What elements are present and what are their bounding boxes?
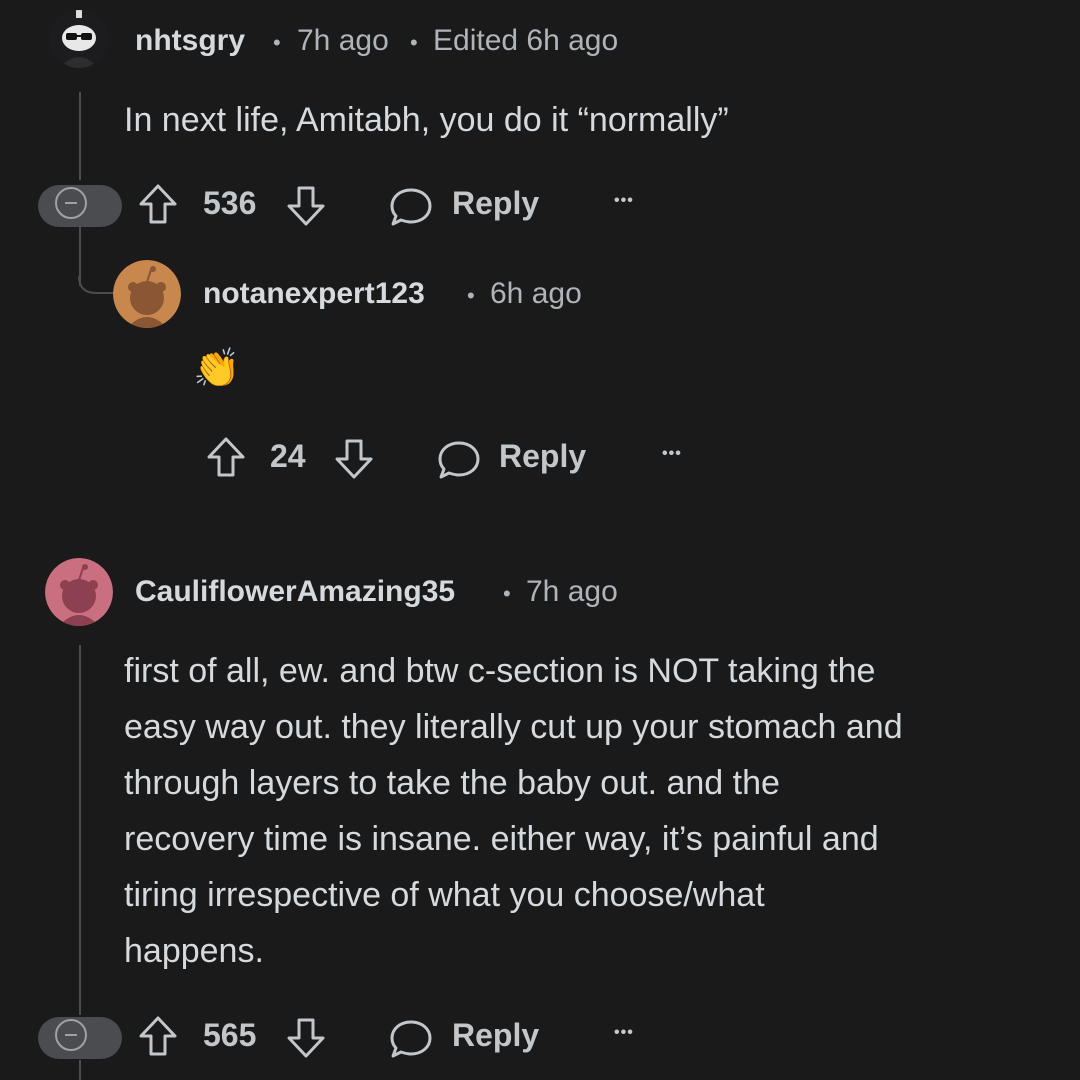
- clapping-hands-emoji: 👏: [193, 348, 241, 390]
- avatar[interactable]: [45, 558, 113, 626]
- collapse-button[interactable]: [38, 1017, 122, 1059]
- comment-body-line: happens.: [124, 932, 264, 970]
- comment-body-line: tiring irrespective of what you choose/w…: [124, 876, 765, 914]
- comment: nhtsgry • 7h ago • Edited 6h ago In next…: [0, 0, 1080, 240]
- comment-body: first of all, ew. and btw c-section is N…: [124, 643, 1064, 979]
- vote-score: 24: [270, 438, 306, 474]
- avatar-snoo-sunglasses-icon: [50, 10, 108, 68]
- username[interactable]: notanexpert123: [203, 277, 425, 311]
- timestamp: 7h ago: [297, 24, 389, 57]
- avatar-snoo-icon: [113, 260, 181, 328]
- username[interactable]: nhtsgry: [135, 24, 245, 58]
- downvote-icon[interactable]: [333, 436, 375, 480]
- avatar-snoo-icon: [45, 558, 113, 626]
- reply-button[interactable]: Reply: [452, 1017, 539, 1054]
- collapse-button[interactable]: [38, 185, 122, 227]
- downvote-icon[interactable]: [285, 183, 327, 227]
- comment-body-line: recovery time is insane. either way, it’…: [124, 820, 879, 858]
- separator-dot: •: [273, 30, 281, 55]
- reply-bubble-icon[interactable]: [388, 1018, 434, 1060]
- upvote-icon[interactable]: [205, 436, 247, 480]
- comment-body: In next life, Amitabh, you do it “normal…: [124, 101, 729, 139]
- username[interactable]: CauliflowerAmazing35: [135, 575, 455, 609]
- comment-body-line: easy way out. they literally cut up your…: [124, 708, 903, 746]
- upvote-icon[interactable]: [137, 183, 179, 227]
- minus-circle-icon: [55, 187, 87, 219]
- separator-dot: •: [503, 581, 511, 606]
- more-options-icon[interactable]: •••: [662, 445, 682, 463]
- reply-bubble-icon[interactable]: [388, 186, 434, 228]
- comment-body-line: first of all, ew. and btw c-section is N…: [124, 652, 876, 690]
- reply-button[interactable]: Reply: [499, 438, 586, 475]
- comment-reply: notanexpert123 • 6h ago 👏 24 Reply •••: [0, 255, 1080, 495]
- vote-score: 565: [203, 1017, 257, 1053]
- reply-button[interactable]: Reply: [452, 185, 539, 222]
- downvote-icon[interactable]: [285, 1015, 327, 1059]
- more-options-icon[interactable]: •••: [614, 192, 634, 210]
- avatar[interactable]: [113, 260, 181, 328]
- separator-dot: •: [410, 30, 418, 55]
- timestamp: 7h ago: [526, 575, 618, 608]
- timestamp: 6h ago: [490, 277, 582, 310]
- more-options-icon[interactable]: •••: [614, 1024, 634, 1042]
- comment-body-line: through layers to take the baby out. and…: [124, 764, 780, 802]
- edited-label: Edited 6h ago: [433, 24, 619, 57]
- separator-dot: •: [467, 283, 475, 308]
- minus-circle-icon: [55, 1019, 87, 1051]
- avatar[interactable]: [50, 10, 108, 68]
- vote-score: 536: [203, 185, 257, 221]
- upvote-icon[interactable]: [137, 1015, 179, 1059]
- reply-bubble-icon[interactable]: [436, 439, 482, 481]
- comment: CauliflowerAmazing35 • 7h ago first of a…: [0, 555, 1080, 1080]
